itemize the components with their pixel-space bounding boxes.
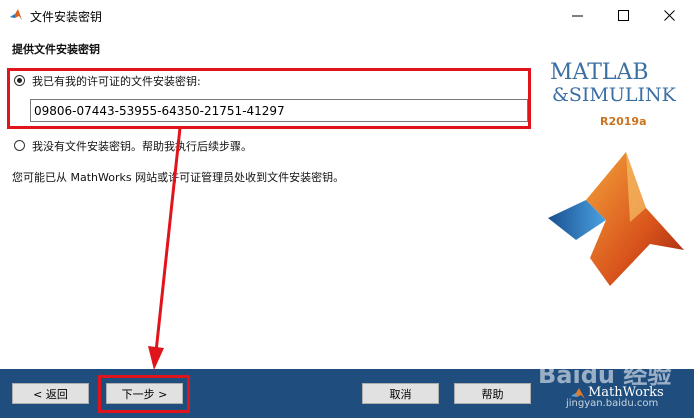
no-key-label[interactable]: 我没有文件安装密钥。帮助我执行后续步骤。 [32, 138, 252, 154]
help-button[interactable]: 帮助 [454, 383, 531, 404]
highlight-box-key [7, 68, 531, 129]
maximize-button[interactable] [601, 0, 647, 31]
no-key-radio[interactable] [14, 140, 25, 151]
back-button[interactable]: < 返回 [12, 383, 89, 404]
title-bar: 文件安装密钥 [0, 0, 694, 31]
release-label: R2019a [600, 115, 647, 128]
maximize-icon [618, 10, 629, 21]
highlight-box-next [98, 375, 190, 413]
matlab-app-icon [10, 9, 22, 20]
close-icon [664, 10, 675, 21]
membrane-logo-icon [548, 152, 684, 286]
info-text: 您可能已从 MathWorks 网站或许可证管理员处收到文件安装密钥。 [12, 171, 345, 184]
close-button[interactable] [647, 0, 693, 31]
matlab-wordmark: MATLAB [550, 60, 649, 85]
minimize-button[interactable] [555, 0, 601, 31]
cancel-button[interactable]: 取消 [362, 383, 439, 404]
section-title: 提供文件安装密钥 [12, 43, 100, 56]
mathworks-logo-icon [571, 388, 585, 399]
simulink-wordmark: &SIMULINK [552, 84, 676, 106]
mathworks-brand: MathWorks [588, 385, 664, 400]
window-title: 文件安装密钥 [30, 10, 103, 24]
minimize-icon [572, 15, 583, 17]
